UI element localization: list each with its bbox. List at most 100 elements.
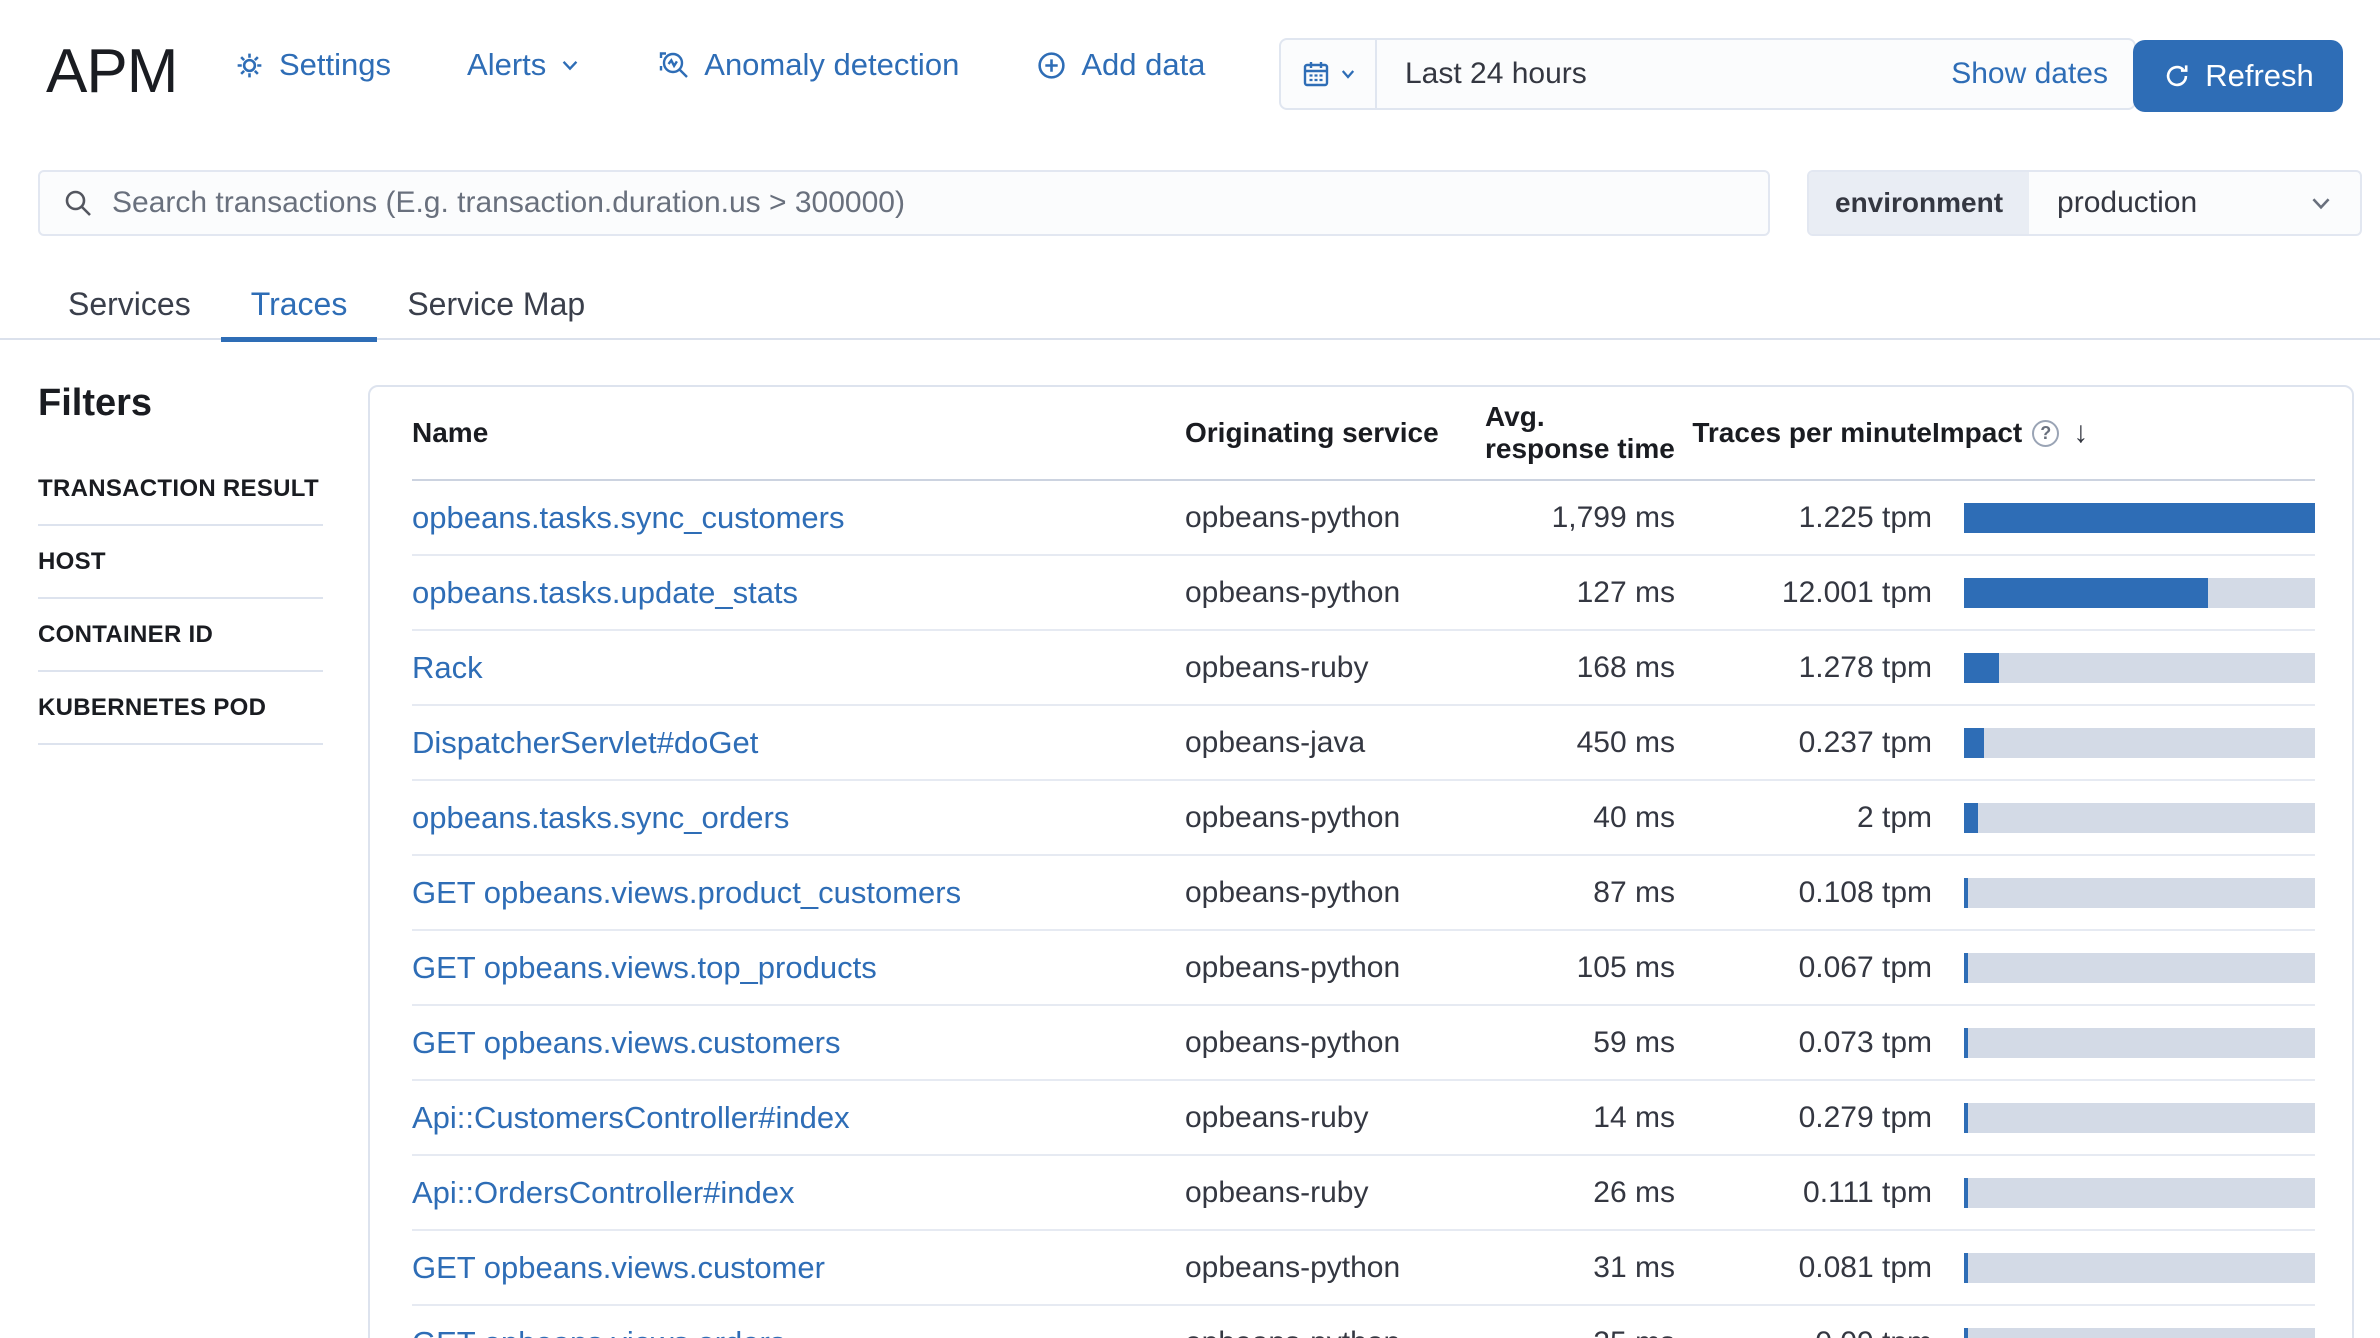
originating-service-cell: opbeans-python (1185, 575, 1401, 609)
transaction-link[interactable]: opbeans.tasks.update_stats (412, 575, 798, 610)
transaction-link[interactable]: opbeans.tasks.sync_customers (412, 500, 845, 535)
nav-item[interactable]: Alerts (467, 47, 581, 83)
refresh-button[interactable]: Refresh (2133, 40, 2343, 112)
impact-bar (1964, 877, 2315, 908)
transaction-link[interactable]: DispatcherServlet#doGet (412, 725, 758, 760)
filter-section-label: CONTAINER ID (38, 620, 214, 648)
show-dates-link[interactable]: Show dates (1951, 57, 2108, 91)
avg-response-time-cell: 26 ms (1593, 1175, 1675, 1209)
impact-bar-fill (1964, 1252, 1969, 1283)
column-header[interactable]: Name (412, 417, 1185, 449)
traces-per-minute-cell: 0.237 tpm (1798, 725, 1932, 759)
nav-item-label: Alerts (467, 47, 547, 82)
search-icon (62, 187, 94, 219)
search-bar (38, 170, 1770, 236)
column-header-label: Avg. response time (1485, 401, 1675, 464)
avg-response-time-cell: 31 ms (1593, 1250, 1675, 1284)
impact-bar-fill (1964, 877, 1969, 908)
impact-bar-fill (1964, 1327, 1969, 1338)
traces-per-minute-cell: 0.067 tpm (1798, 950, 1932, 984)
traces-per-minute-cell: 0.108 tpm (1798, 875, 1932, 909)
transaction-link[interactable]: opbeans.tasks.sync_orders (412, 800, 789, 835)
impact-bar-fill (1964, 577, 2208, 608)
originating-service-cell: opbeans-python (1185, 1025, 1401, 1059)
originating-service-cell: opbeans-python (1185, 950, 1401, 984)
traces-per-minute-cell: 0.081 tpm (1798, 1250, 1932, 1284)
nav-item[interactable]: Anomaly detection (657, 47, 959, 83)
column-header[interactable]: Impact ? ↓ (1932, 416, 2315, 450)
table-row: GET opbeans.views.product_customers opbe… (412, 856, 2315, 931)
filter-section-header[interactable]: CONTAINER ID (38, 599, 323, 672)
impact-bar (1964, 652, 2315, 683)
traces-table-panel: Name Originating service Avg. response t… (368, 385, 2354, 1338)
tab-label: Service Map (407, 285, 586, 322)
table-row: GET opbeans.views.top_products opbeans-p… (412, 931, 2315, 1006)
transaction-link[interactable]: Api::CustomersController#index (412, 1100, 850, 1135)
chevron-down-icon (559, 54, 581, 76)
transaction-link[interactable]: Api::OrdersController#index (412, 1175, 795, 1210)
impact-bar (1964, 727, 2315, 758)
traces-per-minute-cell: 0.073 tpm (1798, 1025, 1932, 1059)
filter-section-header[interactable]: TRANSACTION RESULT (38, 453, 323, 526)
avg-response-time-cell: 59 ms (1593, 1025, 1675, 1059)
tab[interactable]: Traces (220, 268, 378, 342)
filter-section-header[interactable]: HOST (38, 526, 323, 599)
nav-item-label: Settings (279, 47, 392, 82)
impact-bar (1964, 1252, 2315, 1283)
anomaly-detection-icon (657, 48, 691, 82)
originating-service-cell: opbeans-python (1185, 500, 1401, 534)
refresh-icon (2162, 61, 2192, 91)
originating-service-cell: opbeans-java (1185, 725, 1366, 759)
impact-bar-fill (1964, 952, 1969, 983)
tab[interactable]: Service Map (377, 268, 615, 340)
traces-per-minute-cell: 1.278 tpm (1798, 650, 1932, 684)
originating-service-cell: opbeans-python (1185, 1326, 1485, 1338)
avg-response-time-cell: 87 ms (1593, 875, 1675, 909)
tab[interactable]: Services (38, 268, 221, 340)
nav-item-label: Anomaly detection (704, 47, 960, 82)
traces-table: Name Originating service Avg. response t… (370, 387, 2352, 1338)
column-header[interactable]: Traces per minute (1675, 417, 1932, 449)
filter-section-label: KUBERNETES POD (38, 693, 267, 721)
transaction-link[interactable]: GET opbeans.views.customer (412, 1250, 825, 1285)
search-input[interactable] (110, 185, 1768, 221)
avg-response-time-cell: 25 ms (1485, 1326, 1675, 1338)
transaction-link[interactable]: Rack (412, 650, 483, 685)
transaction-link[interactable]: GET opbeans.views.orders (412, 1325, 785, 1338)
column-header[interactable]: Originating service (1185, 417, 1485, 449)
time-range-label[interactable]: Last 24 hours (1405, 57, 1951, 91)
impact-bar (1964, 1102, 2315, 1133)
apm-app: APM Settings Alerts Anomaly detection Ad… (0, 0, 2380, 1338)
originating-service-cell: opbeans-python (1185, 875, 1401, 909)
nav-item[interactable]: Settings (233, 47, 391, 83)
table-row: DispatcherServlet#doGet opbeans-java 450… (412, 706, 2315, 781)
question-circle-icon[interactable]: ? (2032, 419, 2060, 447)
table-row: Rack opbeans-ruby 168 ms 1.278 tpm (412, 631, 2315, 706)
table-row: GET opbeans.views.orders opbeans-python … (412, 1306, 2315, 1338)
tab-label: Traces (250, 285, 348, 322)
nav-item[interactable]: Add data (1035, 47, 1205, 83)
impact-bar (1964, 502, 2315, 533)
transaction-link[interactable]: GET opbeans.views.product_customers (412, 875, 961, 910)
transaction-link[interactable]: GET opbeans.views.customers (412, 1025, 840, 1060)
sort-desc-arrow-icon: ↓ (2073, 416, 2089, 449)
impact-bar-fill (1964, 802, 1979, 833)
column-header-label: Name (412, 417, 489, 448)
impact-bar-fill (1964, 1102, 1969, 1133)
quick-select-button[interactable] (1281, 40, 1377, 108)
originating-service-cell: opbeans-ruby (1185, 650, 1369, 684)
impact-bar-fill (1964, 652, 2000, 683)
gear-icon (233, 49, 266, 82)
traces-per-minute-cell: 2 tpm (1856, 800, 1932, 834)
avg-response-time-cell: 14 ms (1593, 1100, 1675, 1134)
avg-response-time-cell: 1,799 ms (1551, 500, 1675, 534)
originating-service-cell: opbeans-python (1185, 1250, 1401, 1284)
column-header[interactable]: Avg. response time (1485, 401, 1675, 465)
transaction-link[interactable]: GET opbeans.views.top_products (412, 950, 877, 985)
impact-bar-fill (1964, 502, 2315, 533)
environment-select[interactable]: environment production (1807, 170, 2362, 236)
filter-section-header[interactable]: KUBERNETES POD (38, 672, 323, 745)
impact-bar (1964, 577, 2315, 608)
main-nav: Settings Alerts Anomaly detection Add da… (233, 0, 1205, 130)
filter-section-label: HOST (38, 547, 106, 575)
